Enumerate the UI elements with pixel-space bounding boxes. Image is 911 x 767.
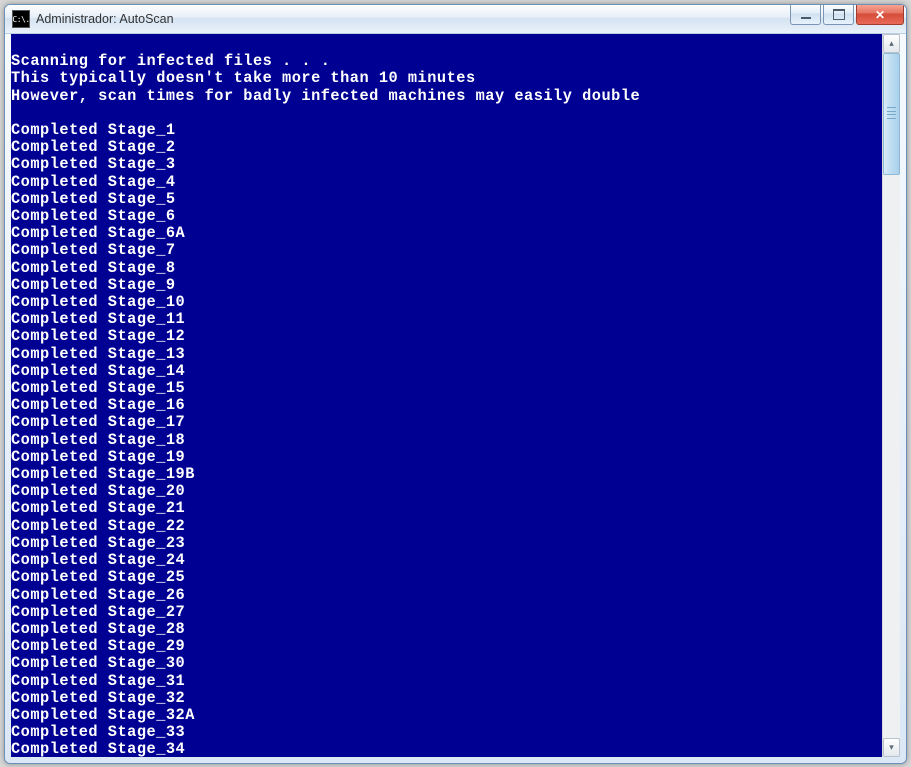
minimize-icon bbox=[801, 17, 811, 19]
cmd-icon-label: C:\. bbox=[12, 15, 29, 24]
title-bar[interactable]: C:\. Administrador: AutoScan ✕ bbox=[5, 5, 906, 34]
window-title: Administrador: AutoScan bbox=[36, 12, 788, 26]
console-output: Scanning for infected files . . . This t… bbox=[11, 34, 882, 757]
scrollbar-grip-icon bbox=[887, 107, 896, 119]
chevron-down-icon: ▾ bbox=[889, 742, 894, 753]
minimize-button[interactable] bbox=[790, 5, 821, 25]
close-button[interactable]: ✕ bbox=[856, 5, 904, 25]
maximize-icon bbox=[833, 9, 845, 20]
maximize-button[interactable] bbox=[823, 5, 854, 25]
scrollbar-track[interactable] bbox=[883, 53, 900, 738]
window-frame: C:\. Administrador: AutoScan ✕ Scanning … bbox=[4, 4, 907, 764]
close-icon: ✕ bbox=[875, 9, 885, 21]
scrollbar-thumb[interactable] bbox=[883, 53, 900, 175]
scroll-up-button[interactable]: ▴ bbox=[883, 34, 900, 53]
chevron-up-icon: ▴ bbox=[889, 38, 894, 49]
window-controls: ✕ bbox=[788, 5, 906, 33]
client-area: Scanning for infected files . . . This t… bbox=[11, 34, 900, 757]
vertical-scrollbar[interactable]: ▴ ▾ bbox=[882, 34, 900, 757]
scroll-down-button[interactable]: ▾ bbox=[883, 738, 900, 757]
cmd-icon: C:\. bbox=[12, 10, 30, 28]
